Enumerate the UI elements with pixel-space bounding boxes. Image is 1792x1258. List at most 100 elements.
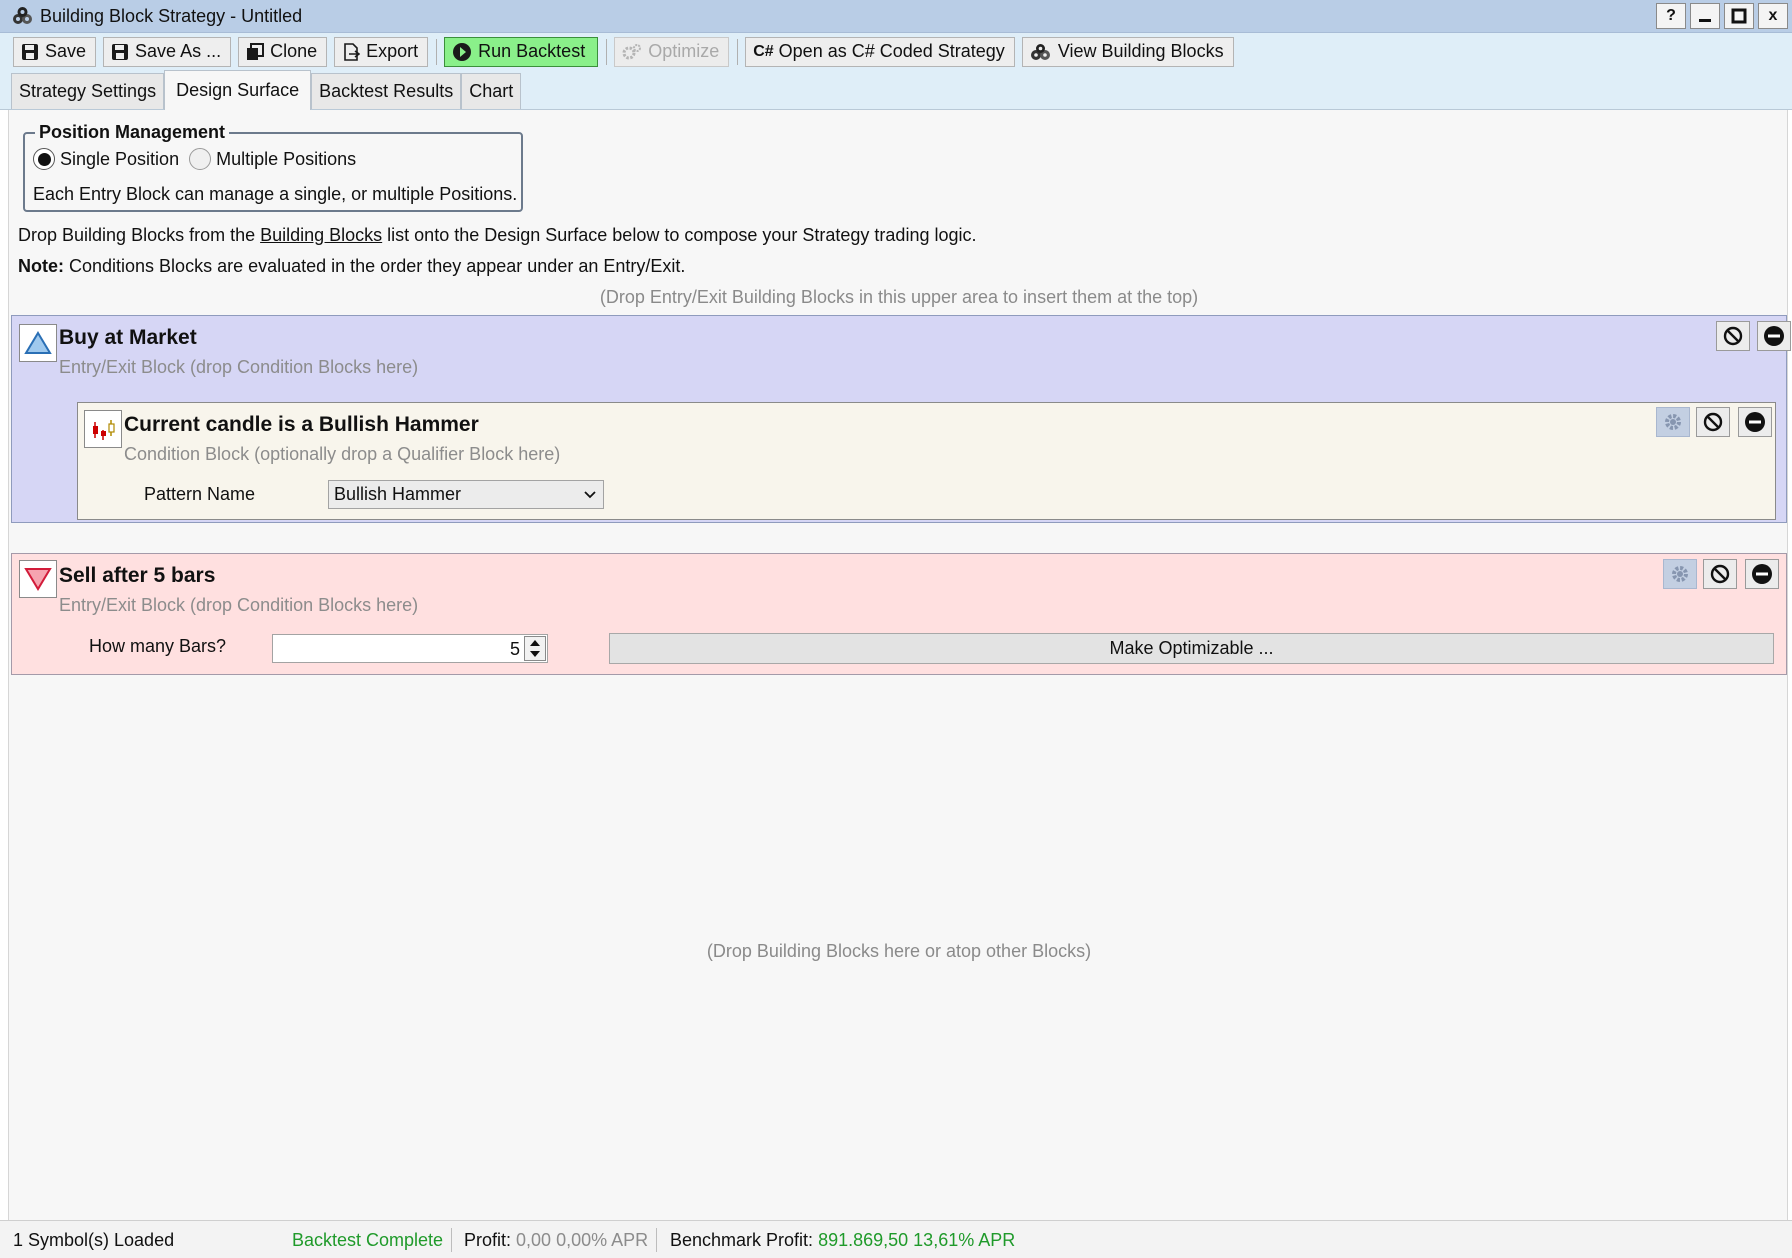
minus-circle-icon [1752, 564, 1772, 584]
note-label: Note: [18, 256, 64, 276]
status-separator [656, 1228, 657, 1252]
view-building-blocks-label: View Building Blocks [1057, 41, 1224, 61]
position-management-group: Position Management Single Position Mult… [23, 122, 523, 212]
save-label: Save [45, 41, 87, 61]
toolbar: Save Save As ... Clone Export Run Backte… [0, 33, 1792, 70]
toolbar-separator [606, 38, 608, 65]
export-button[interactable]: Export [334, 36, 429, 67]
remove-block-button[interactable] [1757, 321, 1791, 351]
play-circle-icon [453, 42, 472, 61]
floppy-disk-icon [112, 43, 129, 60]
save-button[interactable]: Save [13, 36, 97, 67]
open-csharp-label: Open as C# Coded Strategy [778, 41, 1005, 61]
settings-button[interactable] [1663, 559, 1697, 589]
position-management-legend: Position Management [35, 122, 230, 143]
title-bar: Building Block Strategy - Untitled ? x [0, 0, 1792, 33]
gear-icon [1672, 566, 1688, 582]
bullish-hammer-condition-block[interactable]: Current candle is a Bullish Hammer Condi… [77, 402, 1776, 520]
help-button[interactable]: ? [1656, 3, 1686, 29]
buy-block-title: Buy at Market [59, 326, 197, 349]
tab-strategy-settings[interactable]: Strategy Settings [11, 73, 165, 109]
buy-block-subtitle: Entry/Exit Block (drop Condition Blocks … [59, 357, 419, 377]
how-many-bars-value: 5 [509, 639, 520, 659]
benchmark-profit-status: Benchmark Profit: 891.869,50 13,61% APR [670, 1230, 1015, 1251]
save-as-label: Save As ... [135, 41, 222, 61]
stepper-arrows[interactable] [524, 636, 546, 661]
how-many-bars-label: How many Bars? [89, 636, 227, 656]
disable-block-button[interactable] [1703, 559, 1737, 589]
minus-circle-icon [1764, 326, 1784, 346]
clone-button[interactable]: Clone [238, 36, 328, 67]
benchmark-profit-value: 891.869,50 13,61% APR [818, 1230, 1016, 1250]
run-backtest-label: Run Backtest [478, 41, 586, 61]
caret-up-icon[interactable] [529, 639, 541, 647]
minimize-icon [1699, 19, 1711, 22]
disable-icon [1710, 564, 1730, 584]
tab-design-surface[interactable]: Design Surface [164, 70, 312, 110]
buy-triangle-icon [19, 324, 57, 362]
make-optimizable-button[interactable]: Make Optimizable ... [609, 633, 1774, 664]
condition-block-title: Current candle is a Bullish Hammer [124, 413, 479, 436]
buy-at-market-block[interactable]: Buy at Market Entry/Exit Block (drop Con… [11, 315, 1791, 523]
profit-status: Profit: 0,00 0,00% APR [464, 1230, 648, 1251]
disable-block-button[interactable] [1696, 407, 1730, 437]
how-many-bars-stepper[interactable]: 5 [272, 634, 548, 663]
export-icon [344, 42, 361, 61]
pattern-name-value: Bullish Hammer [334, 484, 462, 504]
settings-button[interactable] [1656, 407, 1690, 437]
building-blocks-icon [13, 7, 32, 24]
position-management-description: Each Entry Block can manage a single, or… [33, 184, 518, 204]
design-surface[interactable]: Position Management Single Position Mult… [8, 110, 1791, 1220]
gear-icon [1665, 414, 1681, 430]
close-button[interactable]: x [1758, 3, 1788, 29]
status-separator [451, 1228, 452, 1252]
condition-block-subtitle: Condition Block (optionally drop a Quali… [124, 444, 561, 464]
multiple-positions-label[interactable]: Multiple Positions [216, 149, 356, 170]
maximize-button[interactable] [1724, 3, 1754, 29]
profit-value: 0,00 0,00% APR [516, 1230, 649, 1250]
tab-strip: Strategy Settings Design Surface Backtes… [0, 70, 1792, 110]
radio-selected-dot [37, 152, 51, 166]
status-bar: 1 Symbol(s) Loaded Backtest Complete Pro… [0, 1220, 1792, 1258]
run-backtest-button[interactable]: Run Backtest [444, 36, 599, 67]
toolbar-separator [436, 38, 438, 65]
optimize-button[interactable]: Optimize [614, 36, 730, 67]
top-drop-zone-hint: (Drop Entry/Exit Building Blocks in this… [599, 287, 1199, 307]
minus-circle-icon [1745, 412, 1765, 432]
profit-label: Profit: [464, 1230, 512, 1250]
benchmark-profit-label: Benchmark Profit: [670, 1230, 814, 1250]
tab-chart[interactable]: Chart [461, 73, 522, 109]
instructions-text-post: list onto the Design Surface below to co… [382, 225, 977, 245]
view-building-blocks-button[interactable]: View Building Blocks [1021, 36, 1234, 67]
remove-block-button[interactable] [1738, 407, 1772, 437]
minimize-button[interactable] [1690, 3, 1720, 29]
bottom-drop-zone-hint: (Drop Building Blocks here or atop other… [706, 941, 1092, 961]
pattern-name-select[interactable]: Bullish Hammer [328, 480, 604, 509]
toolbar-separator [737, 38, 739, 65]
save-as-button[interactable]: Save As ... [103, 36, 232, 67]
remove-block-button[interactable] [1745, 559, 1779, 589]
export-label: Export [366, 41, 419, 61]
open-csharp-button[interactable]: C# Open as C# Coded Strategy [745, 36, 1015, 67]
tab-backtest-results[interactable]: Backtest Results [311, 73, 462, 109]
candlestick-icon [84, 410, 122, 448]
symbols-loaded-status: 1 Symbol(s) Loaded [13, 1230, 175, 1250]
instructions-text-pre: Drop Building Blocks from the [18, 225, 261, 245]
disable-icon [1723, 326, 1743, 346]
pattern-name-label: Pattern Name [144, 484, 256, 504]
multiple-positions-radio[interactable] [189, 148, 212, 170]
caret-down-icon[interactable] [529, 650, 541, 658]
building-blocks-icon [1030, 43, 1050, 60]
single-position-label[interactable]: Single Position [60, 149, 179, 170]
sell-after-bars-block[interactable]: Sell after 5 bars Entry/Exit Block (drop… [11, 553, 1787, 675]
note-text: Conditions Blocks are evaluated in the o… [64, 256, 686, 276]
backtest-status: Backtest Complete [292, 1230, 444, 1250]
gears-icon [622, 43, 642, 59]
optimize-label: Optimize [648, 41, 720, 61]
clone-label: Clone [270, 41, 318, 61]
disable-block-button[interactable] [1716, 321, 1750, 351]
design-surface-instructions: Drop Building Blocks from the Building B… [18, 225, 977, 246]
maximize-icon [1731, 8, 1747, 24]
single-position-radio[interactable] [33, 148, 55, 170]
building-blocks-link[interactable]: Building Blocks [260, 225, 382, 245]
